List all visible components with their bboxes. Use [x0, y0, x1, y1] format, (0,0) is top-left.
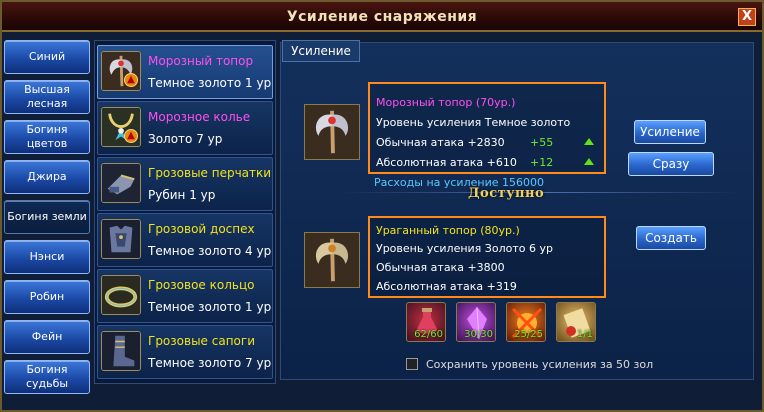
tab-enhance[interactable]: Усиление — [282, 40, 360, 62]
current-attack: Обычная атака +2830 — [376, 136, 505, 149]
gloves-icon — [101, 163, 141, 203]
keep-level-label: Сохранить уровень усиления за 50 зол — [426, 358, 654, 371]
next-abs-attack: Абсолютная атака +319 — [376, 280, 517, 293]
equipment-grade: Темное золото 4 ур — [148, 244, 272, 258]
material-slot[interactable]: 30/30 — [456, 302, 496, 342]
hero-list: Синий Высшая лесная Богиня цветов Джира … — [4, 40, 92, 400]
hero-tab-boginya-sudby[interactable]: Богиня судьбы — [4, 360, 90, 394]
hero-tab-vysshaya-lesnaya[interactable]: Высшая лесная — [4, 80, 90, 114]
title-bar: Усиление снаряжения X — [2, 2, 762, 32]
upgrade-arrow-icon: ▲ — [124, 129, 138, 143]
equipment-item-storm-armor[interactable]: Грозовой доспех Темное золото 4 ур — [97, 213, 273, 267]
equipment-grade: Темное золото 7 ур — [148, 356, 272, 370]
next-item-stats: Ураганный топор (80ур.) Уровень усиления… — [368, 216, 606, 298]
material-count: 25/25 — [514, 329, 543, 340]
instant-button[interactable]: Сразу — [628, 152, 714, 176]
equipment-grade: Рубин 1 ур — [148, 188, 216, 202]
hero-tab-dzhira[interactable]: Джира — [4, 160, 90, 194]
equipment-name: Грозовые перчатки — [148, 166, 272, 180]
hero-tab-robin[interactable]: Робин — [4, 280, 90, 314]
up-arrow-icon — [584, 158, 594, 165]
next-attack: Обычная атака +3800 — [376, 261, 505, 274]
next-enhance-level: Уровень усиления Золото 6 ур — [376, 242, 553, 255]
hero-tab-nensi[interactable]: Нэнси — [4, 240, 90, 274]
equipment-name: Грозовое кольцо — [148, 278, 255, 292]
equipment-item-storm-boots[interactable]: Грозовые сапоги Темное золото 7 ур — [97, 325, 273, 379]
abs-attack-bonus: +12 — [530, 156, 554, 169]
equipment-item-storm-gloves[interactable]: Грозовые перчатки Рубин 1 ур — [97, 157, 273, 211]
armor-icon — [101, 219, 141, 259]
equipment-name: Грозовой доспех — [148, 222, 255, 236]
ring-icon — [101, 275, 141, 315]
equipment-item-storm-ring[interactable]: Грозовое кольцо Темное золото 1 ур — [97, 269, 273, 323]
equipment-name: Морозное колье — [148, 110, 251, 124]
current-abs-attack: Абсолютная атака +610 — [376, 156, 517, 169]
boots-icon — [101, 331, 141, 371]
material-count: 30/30 — [464, 329, 493, 340]
equipment-grade: Темное золото 1 ур — [148, 76, 272, 90]
hero-tab-siniy[interactable]: Синий — [4, 40, 90, 74]
material-count: 1/1 — [576, 329, 593, 340]
window-title: Усиление снаряжения — [286, 9, 478, 25]
equipment-item-frost-axe[interactable]: ▲ Морозный топор Темное золото 1 ур — [97, 45, 273, 99]
hero-tab-boginya-tsvetov[interactable]: Богиня цветов — [4, 120, 90, 154]
hero-tab-boginya-zemli[interactable]: Богиня земли — [4, 200, 90, 234]
attack-bonus: +55 — [530, 136, 554, 149]
upgrade-arrow-icon: ▲ — [124, 73, 138, 87]
upgrade-button[interactable]: Усиление — [634, 120, 706, 144]
equipment-list: ▲ Морозный топор Темное золото 1 ур ▲ Мо… — [94, 40, 276, 384]
current-item-stats: Морозный топор (70ур.) Уровень усиления … — [368, 82, 606, 174]
material-slot[interactable]: 25/25 — [506, 302, 546, 342]
create-button[interactable]: Создать — [636, 226, 706, 250]
current-enhance-level: Уровень усиления Темное золото — [376, 116, 571, 129]
next-item-title: Ураганный топор (80ур.) — [376, 224, 520, 237]
up-arrow-icon — [584, 138, 594, 145]
equipment-name: Морозный топор — [148, 54, 254, 68]
current-item-axe-icon — [304, 104, 360, 160]
material-count: 62/60 — [414, 329, 443, 340]
close-button[interactable]: X — [738, 8, 756, 26]
equipment-grade: Темное золото 1 ур — [148, 300, 272, 314]
next-item-axe-icon — [304, 232, 360, 288]
current-item-title: Морозный топор (70ур.) — [376, 96, 516, 109]
material-slot[interactable]: 62/60 — [406, 302, 446, 342]
equipment-grade: Золото 7 ур — [148, 132, 223, 146]
hero-tab-fein[interactable]: Фейн — [4, 320, 90, 354]
equipment-item-frost-necklace[interactable]: ▲ Морозное колье Золото 7 ур — [97, 101, 273, 155]
equipment-name: Грозовые сапоги — [148, 334, 255, 348]
available-label: Доступно — [468, 186, 545, 201]
material-slot[interactable]: 1/1 — [556, 302, 596, 342]
keep-level-checkbox[interactable] — [406, 358, 418, 370]
